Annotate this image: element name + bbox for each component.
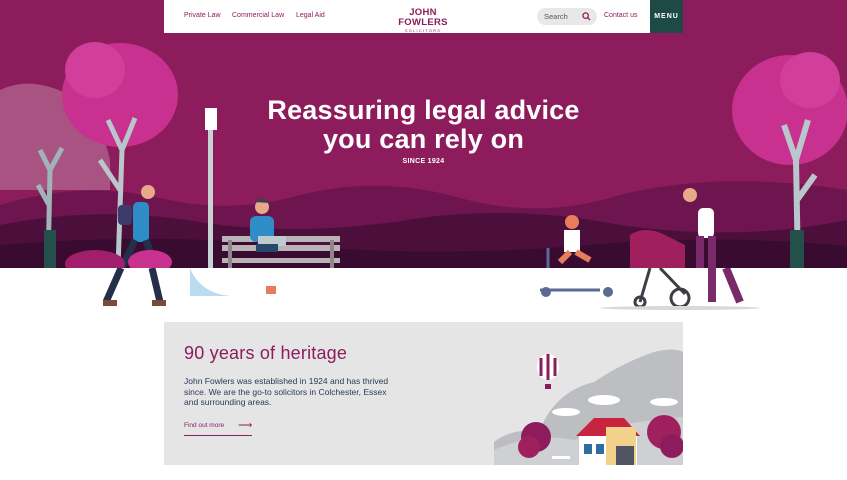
nav-legal-aid[interactable]: Legal Aid bbox=[296, 12, 325, 19]
menu-button[interactable]: MENU bbox=[650, 0, 683, 33]
logo-main-text: JOHN FOWLERS bbox=[398, 7, 448, 28]
arrow-right-icon: ⟶ bbox=[238, 420, 253, 431]
foreground-illustration bbox=[102, 268, 760, 310]
heritage-card: 90 years of heritage John Fowlers was es… bbox=[164, 322, 683, 465]
search-placeholder: Search bbox=[544, 12, 568, 21]
hero-banner: Reassuring legal advice you can rely on … bbox=[0, 0, 847, 268]
hero-title-line2: you can rely on bbox=[322, 124, 525, 154]
nav-private-law[interactable]: Private Law bbox=[184, 12, 221, 19]
nav-contact-us[interactable]: Contact us bbox=[604, 12, 637, 19]
card-title: 90 years of heritage bbox=[184, 343, 348, 363]
top-navigation: Private Law Commercial Law Legal Aid JOH… bbox=[164, 0, 683, 33]
find-out-more-label: Find out more bbox=[184, 422, 225, 429]
card-body: John Fowlers was established in 1924 and… bbox=[184, 376, 389, 407]
heritage-illustration bbox=[494, 349, 683, 465]
logo-sub-text: SOLICITORS bbox=[404, 28, 442, 33]
nav-commercial-law[interactable]: Commercial Law bbox=[232, 12, 284, 19]
hero-title: Reassuring legal advice you can rely on bbox=[0, 96, 847, 154]
hero-subtitle: SINCE 1924 bbox=[402, 158, 445, 165]
logo[interactable]: JOHN FOWLERS SOLICITORS bbox=[386, 8, 460, 34]
page: Reassuring legal advice you can rely on … bbox=[0, 0, 847, 480]
find-out-more-link[interactable]: Find out more ⟶ bbox=[184, 420, 253, 436]
search-icon[interactable] bbox=[582, 12, 591, 21]
hero-title-line1: Reassuring legal advice bbox=[267, 95, 580, 125]
search-input[interactable]: Search bbox=[537, 8, 597, 25]
